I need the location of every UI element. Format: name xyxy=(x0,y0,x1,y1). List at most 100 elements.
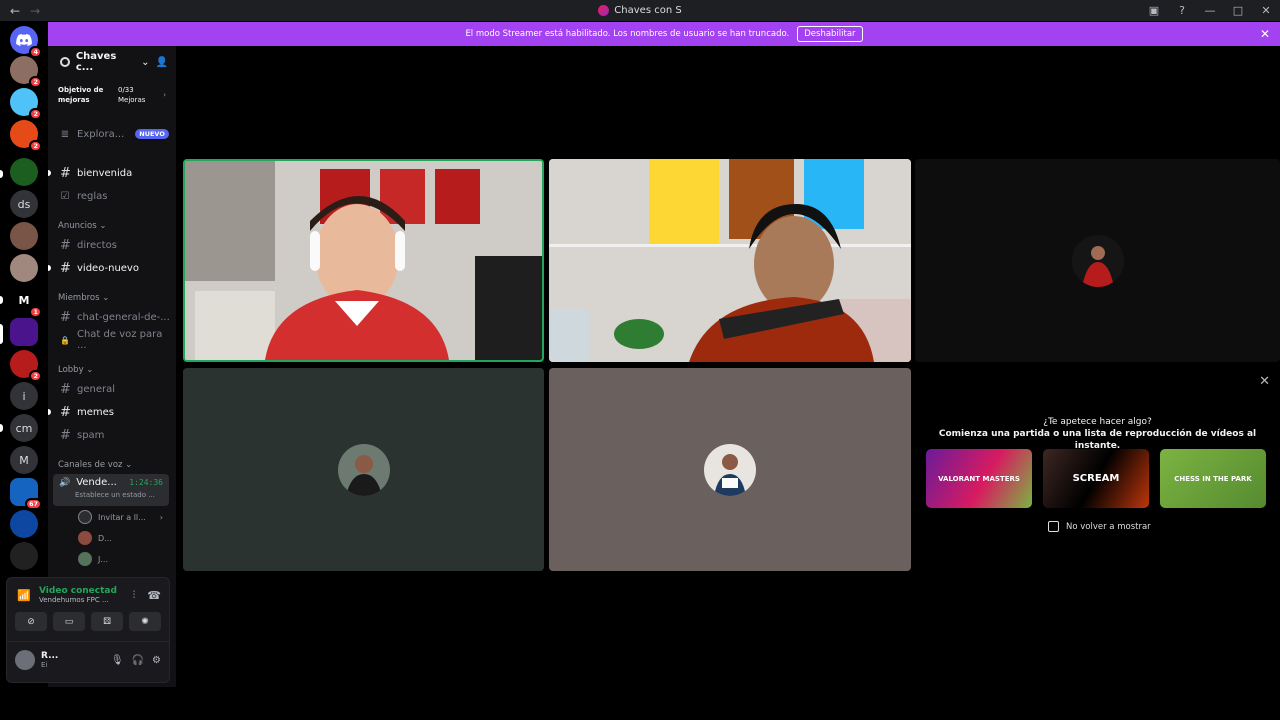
voice-user[interactable]: J... xyxy=(78,552,108,566)
server-icon[interactable] xyxy=(10,542,38,570)
server-icon[interactable]: M1 xyxy=(10,286,42,318)
guild-name: Chaves c... xyxy=(75,51,117,73)
disable-streamer-button[interactable]: Deshabilitar xyxy=(797,26,863,42)
server-icon[interactable]: 2 xyxy=(10,120,42,152)
server-icon[interactable]: cm xyxy=(10,414,38,442)
user-avatar[interactable] xyxy=(15,650,35,670)
hashtag-icon: # xyxy=(60,237,71,253)
active-voice-channel[interactable]: 🔊 Vende... 1:24:36 Establece un estado .… xyxy=(53,474,169,506)
unread-pill xyxy=(0,170,3,178)
activity-card-scream[interactable]: SCREAM xyxy=(1043,449,1149,508)
explore-channels[interactable]: ≣ Explora... NUEVO xyxy=(52,124,170,144)
server-icon[interactable]: 2 xyxy=(10,56,42,88)
server-icon[interactable] xyxy=(10,254,38,282)
title-bar: ← → Chaves con S ▣ ? — □ ✕ xyxy=(0,0,1280,21)
disconnect-icon[interactable]: ☎ xyxy=(147,589,161,602)
voice-channel-name: Vende... xyxy=(76,477,117,488)
window-title: Chaves con S xyxy=(614,5,682,16)
participant-avatar xyxy=(704,443,756,496)
minimize-icon[interactable]: — xyxy=(1196,4,1224,17)
activity-card-chess[interactable]: CHESS IN THE PARK xyxy=(1160,449,1266,508)
server-icon[interactable] xyxy=(10,318,38,346)
inbox-icon[interactable]: ▣ xyxy=(1140,4,1168,17)
video-tile[interactable] xyxy=(549,159,911,362)
avatar xyxy=(78,531,92,545)
channel-bienvenida[interactable]: # bienvenida xyxy=(48,163,170,183)
category-lobby[interactable]: Lobby ⌄ xyxy=(58,365,93,375)
hashtag-icon: # xyxy=(60,165,71,181)
hashtag-icon: # xyxy=(60,404,71,420)
video-tile-camera-off[interactable] xyxy=(915,159,1280,362)
chevron-right-icon: › xyxy=(159,512,163,522)
channel-label: spam xyxy=(77,429,105,441)
screen-share-button[interactable]: ▭ xyxy=(53,612,85,631)
video-feed xyxy=(549,159,911,362)
close-icon[interactable]: ✕ xyxy=(1259,374,1270,389)
mention-badge: 2 xyxy=(29,140,42,152)
server-icon[interactable] xyxy=(10,158,38,186)
channel-general[interactable]: # general xyxy=(52,379,170,399)
server-icon[interactable]: ds xyxy=(10,190,38,218)
participant-avatar xyxy=(337,443,390,496)
signal-icon[interactable]: 📶 xyxy=(15,586,33,604)
channel-spam[interactable]: # spam xyxy=(52,425,170,445)
server-icon[interactable]: 2 xyxy=(10,88,42,120)
close-window-icon[interactable]: ✕ xyxy=(1252,4,1280,17)
category-miembros[interactable]: Miembros ⌄ xyxy=(58,293,109,303)
channel-chat-general[interactable]: # chat-general-de-... xyxy=(52,307,170,327)
channel-memes[interactable]: # memes xyxy=(48,402,170,422)
microphone-icon[interactable]: 🎙 xyxy=(111,655,124,666)
dont-show-again-checkbox[interactable]: No volver a mostrar xyxy=(1048,521,1151,532)
boost-goal[interactable]: Objetivo de mejoras 0/33 Mejoras › xyxy=(58,82,166,108)
voice-user-name: D... xyxy=(98,533,112,543)
activity-card-valorant[interactable]: VALORANT MASTERS xyxy=(926,449,1032,508)
server-icon[interactable]: M xyxy=(10,446,38,474)
checkbox-icon[interactable] xyxy=(1048,521,1059,532)
gear-icon[interactable]: ⚙ xyxy=(152,655,161,666)
guild-header[interactable]: Chaves c... ⌄ 👤 xyxy=(48,46,176,78)
discord-home-icon[interactable]: 4 xyxy=(10,26,42,58)
voice-panel: 📶 Video conectad Vendehumos FPC ... ⫶ ☎ … xyxy=(6,577,170,683)
channel-video-nuevo[interactable]: # video-nuevo xyxy=(48,258,170,278)
camera-off-button[interactable]: ⊘ xyxy=(15,612,47,631)
lock-icon: 🔒 xyxy=(60,335,70,345)
back-arrow-icon[interactable]: ← xyxy=(10,4,20,18)
close-banner-icon[interactable]: ✕ xyxy=(1260,27,1270,41)
video-tile-camera-off[interactable] xyxy=(183,368,544,571)
server-icon[interactable] xyxy=(10,510,38,538)
voice-status[interactable]: Establece un estado ... xyxy=(59,491,163,499)
headphones-icon[interactable]: 🎧 xyxy=(132,655,144,666)
mention-badge: 67 xyxy=(24,498,42,510)
forward-arrow-icon[interactable]: → xyxy=(30,4,40,18)
channel-directos[interactable]: # directos xyxy=(52,235,170,255)
maximize-icon[interactable]: □ xyxy=(1224,4,1252,17)
noise-suppression-icon[interactable]: ⫶ xyxy=(133,590,136,601)
unread-pill xyxy=(0,296,3,304)
server-icon[interactable]: i xyxy=(10,382,38,410)
video-tile-speaking[interactable] xyxy=(183,159,544,362)
boost-label: Objetivo de mejoras xyxy=(58,86,104,104)
username: R... xyxy=(41,651,59,661)
connection-channel[interactable]: Vendehumos FPC ... xyxy=(39,596,117,604)
chevron-down-icon: ⌄ xyxy=(141,56,150,68)
invite-to-voice[interactable]: Invitar a ll... › xyxy=(78,510,163,524)
video-tile-camera-off[interactable] xyxy=(549,368,911,571)
server-icon[interactable]: 67 xyxy=(10,478,42,510)
add-member-icon[interactable]: 👤 xyxy=(156,57,168,68)
activities-button[interactable]: ⚄ xyxy=(91,612,123,631)
guild-icon xyxy=(60,57,70,67)
channel-reglas[interactable]: ☑ reglas xyxy=(52,186,170,206)
help-icon[interactable]: ? xyxy=(1168,4,1196,17)
voice-user[interactable]: D... xyxy=(78,531,112,545)
channel-label: chat-general-de-... xyxy=(77,311,170,323)
new-badge: NUEVO xyxy=(135,129,169,139)
mention-badge: 2 xyxy=(29,108,42,120)
video-feed xyxy=(185,161,542,360)
soundboard-button[interactable]: ✺ xyxy=(129,612,161,631)
server-icon[interactable]: 2 xyxy=(10,350,42,382)
channel-chat-de-voz[interactable]: 🔒 Chat de voz para ... xyxy=(52,329,170,351)
category-voz[interactable]: Canales de voz ⌄ xyxy=(58,460,132,470)
category-anuncios[interactable]: Anuncios ⌄ xyxy=(58,221,106,231)
channel-label: Chat de voz para ... xyxy=(76,329,163,351)
server-icon[interactable] xyxy=(10,222,38,250)
